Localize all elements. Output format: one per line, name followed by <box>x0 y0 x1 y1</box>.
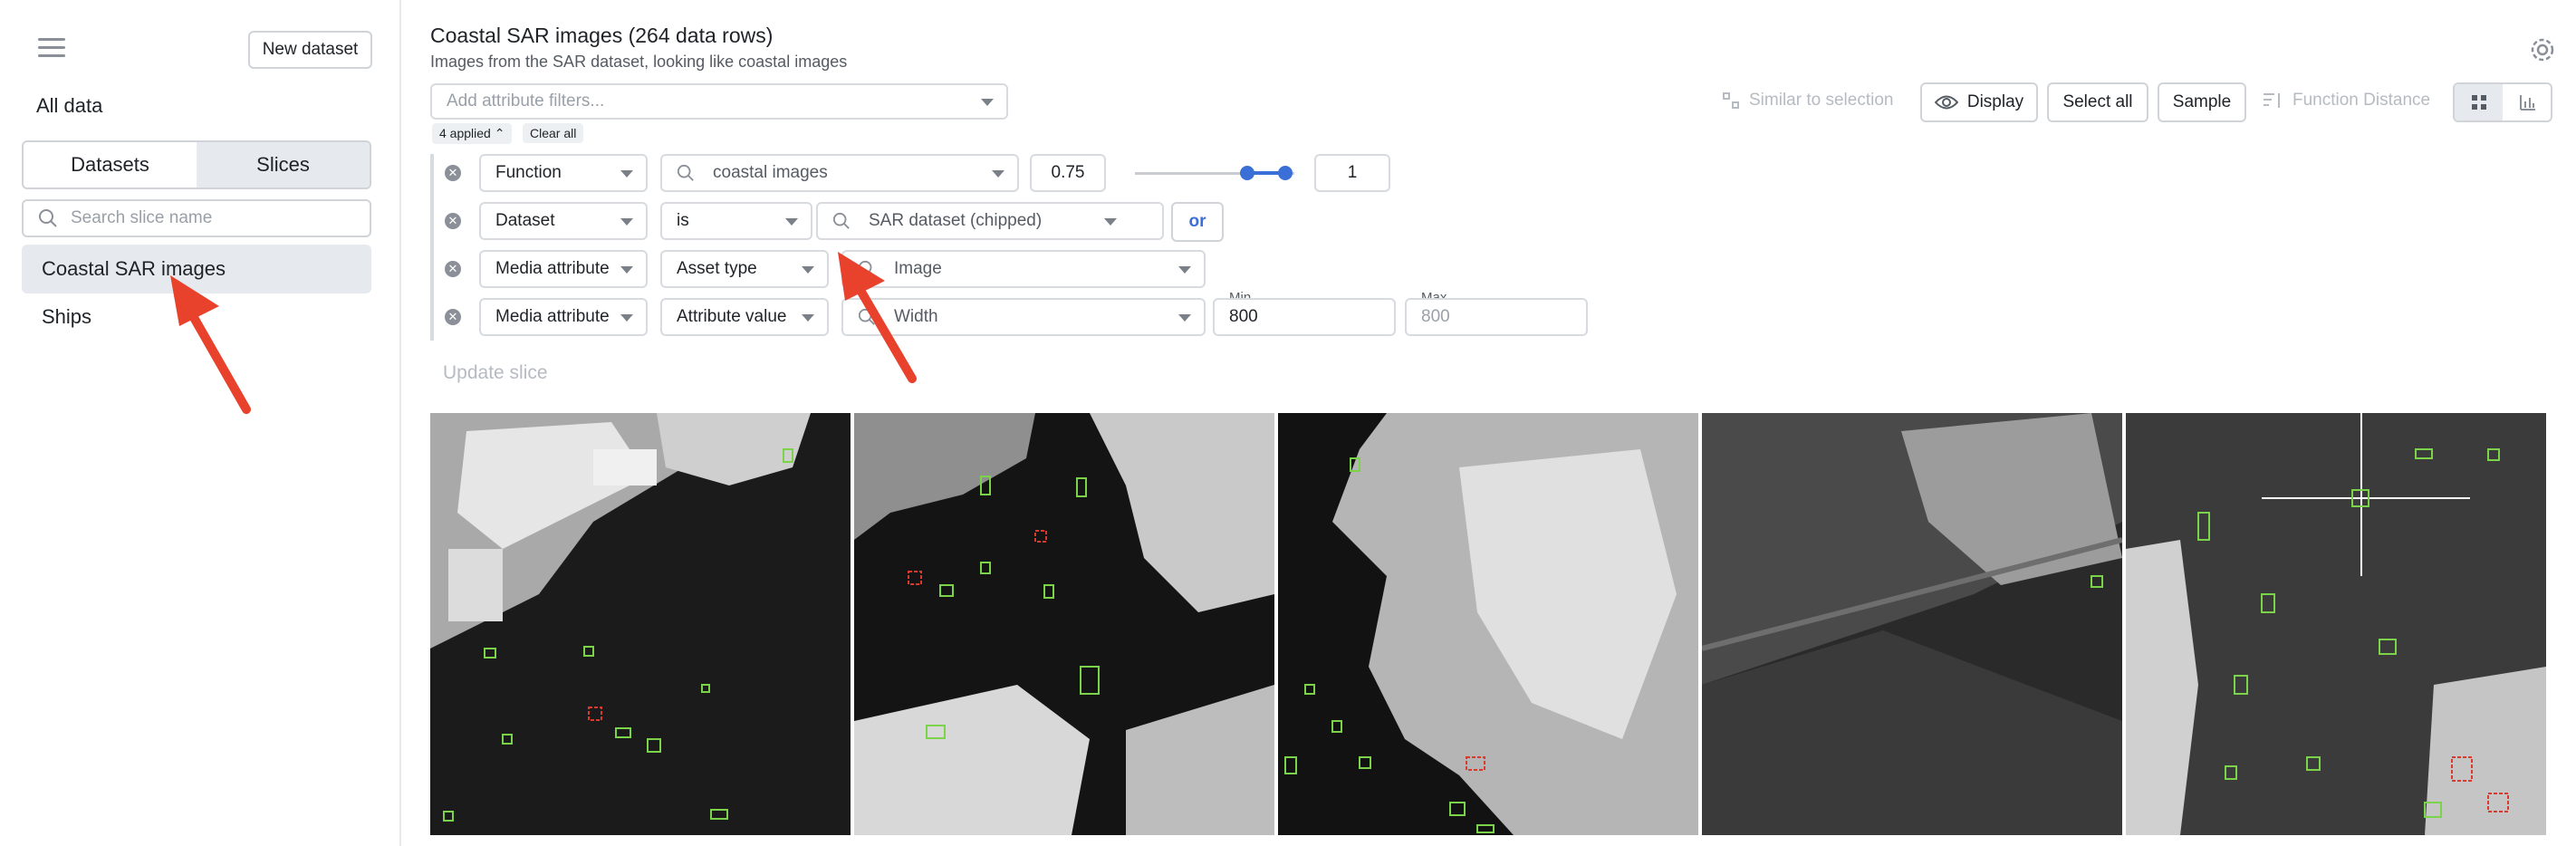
menu-icon[interactable] <box>38 38 65 62</box>
remove-filter-2-icon[interactable]: ✕ <box>445 213 461 229</box>
filter-1-query: coastal images <box>713 163 828 182</box>
filter-1-min-input[interactable]: 0.75 <box>1030 154 1106 192</box>
display-button[interactable]: Display <box>1920 82 2038 122</box>
sar-image-5[interactable] <box>2126 413 2546 835</box>
chevron-down-icon <box>1104 218 1117 226</box>
search-icon <box>677 164 694 181</box>
tab-slices[interactable]: Slices <box>197 142 370 187</box>
grid-icon <box>2471 95 2486 110</box>
sidebar-tabs: Datasets Slices <box>22 140 371 189</box>
filter-1-max-input[interactable]: 1 <box>1314 154 1390 192</box>
filter-group-bar <box>430 154 434 341</box>
filter-3-sub-select[interactable]: Asset type <box>660 250 829 288</box>
remove-filter-1-icon[interactable]: ✕ <box>445 165 461 181</box>
search-icon <box>39 209 57 227</box>
chevron-down-icon <box>992 170 1004 178</box>
filter-2-value: SAR dataset (chipped) <box>869 211 1043 230</box>
sar-image-3[interactable] <box>1278 413 1698 835</box>
tab-datasets[interactable]: Datasets <box>24 142 197 187</box>
filter-4-sub-select[interactable]: Attribute value <box>660 298 829 336</box>
chart-icon <box>2519 95 2535 111</box>
filter-2-field-select[interactable]: Dataset <box>479 202 648 240</box>
similar-to-selection-button[interactable]: Similar to selection <box>1722 91 1893 111</box>
page-subtitle: Images from the SAR dataset, looking lik… <box>430 53 848 71</box>
applied-count-label: 4 applied <box>439 126 491 140</box>
similar-icon <box>1723 92 1739 109</box>
filter-4-field-select[interactable]: Media attribute <box>479 298 648 336</box>
page-title: Coastal SAR images (264 data rows) <box>430 24 774 47</box>
filter-1-slider-high-thumb[interactable] <box>1278 166 1293 180</box>
chevron-down-icon <box>620 218 633 226</box>
remove-filter-4-icon[interactable]: ✕ <box>445 309 461 325</box>
update-slice-button[interactable]: Update slice <box>443 362 548 384</box>
all-data-link[interactable]: All data <box>36 94 102 118</box>
sort-icon <box>2264 93 2280 108</box>
filter-4-min-input[interactable]: 800 <box>1213 298 1396 336</box>
function-distance-label: Function Distance <box>2292 91 2431 110</box>
view-toggle <box>2453 82 2552 122</box>
filter-1-field: Function <box>495 163 562 182</box>
function-distance-sort[interactable]: Function Distance <box>2262 91 2430 111</box>
chevron-up-icon: ⌃ <box>494 126 505 140</box>
chevron-down-icon <box>802 314 814 322</box>
new-dataset-button[interactable]: New dataset <box>248 31 372 69</box>
sample-button[interactable]: Sample <box>2158 82 2246 122</box>
filter-2-value-select[interactable]: SAR dataset (chipped) <box>816 202 1164 240</box>
slice-search-input[interactable]: Search slice name <box>22 199 371 237</box>
applied-count-toggle[interactable]: 4 applied ⌃ <box>432 123 513 144</box>
filter-2-operator-select[interactable]: is <box>660 202 812 240</box>
filter-1-query-select[interactable]: coastal images <box>660 154 1019 192</box>
filter-1-slider-low-thumb[interactable] <box>1240 166 1254 180</box>
sar-image-4[interactable] <box>1702 413 2122 835</box>
search-icon <box>832 212 850 229</box>
filter-3-field: Media attribute <box>495 259 610 278</box>
select-all-button[interactable]: Select all <box>2047 82 2148 122</box>
filter-3-field-select[interactable]: Media attribute <box>479 250 648 288</box>
chevron-down-icon <box>620 314 633 322</box>
gear-icon[interactable] <box>2527 34 2558 65</box>
sidebar: New dataset All data Datasets Slices Sea… <box>0 0 401 846</box>
chevron-down-icon <box>1178 314 1191 322</box>
filter-3-sub: Asset type <box>677 259 757 278</box>
similar-label: Similar to selection <box>1749 91 1894 110</box>
sar-image-2[interactable] <box>854 413 1274 835</box>
chevron-down-icon <box>620 170 633 178</box>
filter-4-max-placeholder: 800 <box>1421 307 1450 326</box>
sar-image-1[interactable] <box>430 413 851 835</box>
filter-2-or-button[interactable]: or <box>1171 202 1224 242</box>
chevron-down-icon <box>620 266 633 274</box>
filter-2-operator: is <box>677 211 689 230</box>
clear-all-button[interactable]: Clear all <box>523 123 584 143</box>
chevron-down-icon <box>785 218 798 226</box>
filter-4-field: Media attribute <box>495 307 610 326</box>
chevron-down-icon <box>802 266 814 274</box>
attribute-filter-placeholder: Add attribute filters... <box>447 91 605 111</box>
attribute-filter-input[interactable]: Add attribute filters... <box>430 83 1008 120</box>
filter-4-sub: Attribute value <box>677 307 787 326</box>
slice-search-placeholder: Search slice name <box>71 208 213 227</box>
filter-1-field-select[interactable]: Function <box>479 154 648 192</box>
chevron-down-icon <box>981 99 994 106</box>
chevron-down-icon <box>1178 266 1191 274</box>
eye-icon <box>1934 95 1958 110</box>
annotation-arrow-filters <box>838 252 917 383</box>
main-panel: Coastal SAR images (264 data rows) Image… <box>403 0 2576 846</box>
display-label: Display <box>1966 92 2024 111</box>
chart-view-button[interactable] <box>2503 84 2551 120</box>
filter-2-field: Dataset <box>495 211 555 230</box>
filter-4-max-input[interactable]: 800 <box>1405 298 1588 336</box>
annotation-arrow-sidebar <box>170 275 251 414</box>
grid-view-button[interactable] <box>2455 84 2503 120</box>
remove-filter-3-icon[interactable]: ✕ <box>445 261 461 277</box>
